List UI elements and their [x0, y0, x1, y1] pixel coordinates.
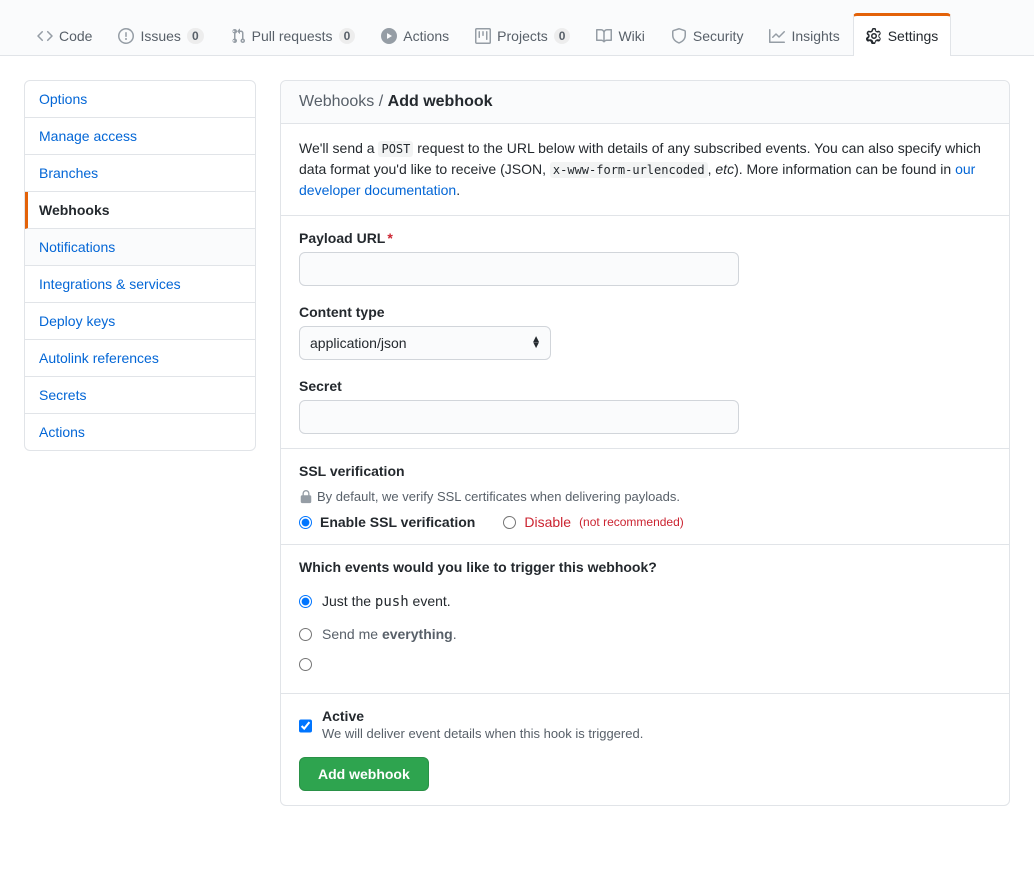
sidebar-item-webhooks[interactable]: Webhooks: [25, 192, 255, 229]
sidebar-item-branches[interactable]: Branches: [25, 155, 255, 192]
active-sub: We will deliver event details when this …: [322, 726, 643, 741]
tab-projects[interactable]: Projects 0: [462, 13, 583, 56]
tab-settings-label: Settings: [888, 28, 939, 44]
breadcrumb-current: Add webhook: [388, 93, 493, 110]
ssl-disable-option[interactable]: Disable (not recommended): [503, 514, 683, 530]
sidebar-item-integrations[interactable]: Integrations & services: [25, 266, 255, 303]
pull-request-icon: [230, 28, 246, 44]
content-type-select[interactable]: application/json: [299, 326, 551, 360]
events-heading: Which events would you like to trigger t…: [299, 559, 657, 575]
lock-icon: [299, 490, 313, 504]
tab-settings[interactable]: Settings: [853, 13, 952, 56]
main-content: Webhooks / Add webhook We'll send a POST…: [280, 80, 1010, 806]
play-icon: [381, 28, 397, 44]
ssl-note: By default, we verify SSL certificates w…: [317, 489, 680, 504]
shield-icon: [671, 28, 687, 44]
code-icon: [37, 28, 53, 44]
sidebar-item-actions[interactable]: Actions: [25, 414, 255, 450]
tab-wiki-label: Wiki: [618, 28, 644, 44]
payload-url-label: Payload URL*: [299, 230, 393, 246]
events-individual-radio[interactable]: [299, 658, 312, 671]
issue-icon: [118, 28, 134, 44]
pulls-count: 0: [339, 28, 356, 44]
tab-wiki[interactable]: Wiki: [583, 13, 657, 56]
tab-projects-label: Projects: [497, 28, 548, 44]
ssl-disable-radio[interactable]: [503, 516, 516, 529]
events-everything-option[interactable]: Send me everything.: [299, 618, 991, 650]
ssl-enable-option[interactable]: Enable SSL verification: [299, 514, 475, 530]
sidebar-item-deploy-keys[interactable]: Deploy keys: [25, 303, 255, 340]
book-icon: [596, 28, 612, 44]
active-title: Active: [322, 708, 643, 724]
content-type-label: Content type: [299, 304, 385, 320]
secret-input[interactable]: [299, 400, 739, 434]
tab-pulls-label: Pull requests: [252, 28, 333, 44]
tab-issues-label: Issues: [140, 28, 180, 44]
repo-tabs: Code Issues 0 Pull requests 0 Actions Pr…: [0, 0, 1034, 56]
issues-count: 0: [187, 28, 204, 44]
sidebar-item-secrets[interactable]: Secrets: [25, 377, 255, 414]
payload-url-input[interactable]: [299, 252, 739, 286]
tab-actions[interactable]: Actions: [368, 13, 462, 56]
tab-insights[interactable]: Insights: [756, 13, 852, 56]
sidebar-item-autolink[interactable]: Autolink references: [25, 340, 255, 377]
intro-text: We'll send a POST request to the URL bel…: [299, 138, 991, 201]
ssl-heading: SSL verification: [299, 463, 405, 479]
tab-pulls[interactable]: Pull requests 0: [217, 13, 369, 56]
settings-sidebar: Options Manage access Branches Webhooks …: [24, 80, 256, 806]
add-webhook-button[interactable]: Add webhook: [299, 757, 429, 791]
tab-issues[interactable]: Issues 0: [105, 13, 216, 56]
ssl-enable-radio[interactable]: [299, 516, 312, 529]
graph-icon: [769, 28, 785, 44]
box-header: Webhooks / Add webhook: [281, 81, 1009, 124]
tab-code-label: Code: [59, 28, 92, 44]
projects-count: 0: [554, 28, 571, 44]
tab-security-label: Security: [693, 28, 744, 44]
gear-icon: [866, 28, 882, 44]
sidebar-item-options[interactable]: Options: [25, 81, 255, 118]
events-push-radio[interactable]: [299, 595, 312, 608]
events-push-option[interactable]: Just the push event.: [299, 585, 991, 618]
sidebar-item-notifications[interactable]: Notifications: [25, 229, 255, 266]
secret-label: Secret: [299, 378, 342, 394]
breadcrumb-parent: Webhooks: [299, 93, 374, 110]
tab-security[interactable]: Security: [658, 13, 757, 56]
tab-actions-label: Actions: [403, 28, 449, 44]
events-individual-option: [299, 650, 991, 679]
tab-code[interactable]: Code: [24, 13, 105, 56]
sidebar-item-manage-access[interactable]: Manage access: [25, 118, 255, 155]
events-everything-radio[interactable]: [299, 628, 312, 641]
active-checkbox[interactable]: [299, 711, 312, 741]
tab-insights-label: Insights: [791, 28, 839, 44]
project-icon: [475, 28, 491, 44]
